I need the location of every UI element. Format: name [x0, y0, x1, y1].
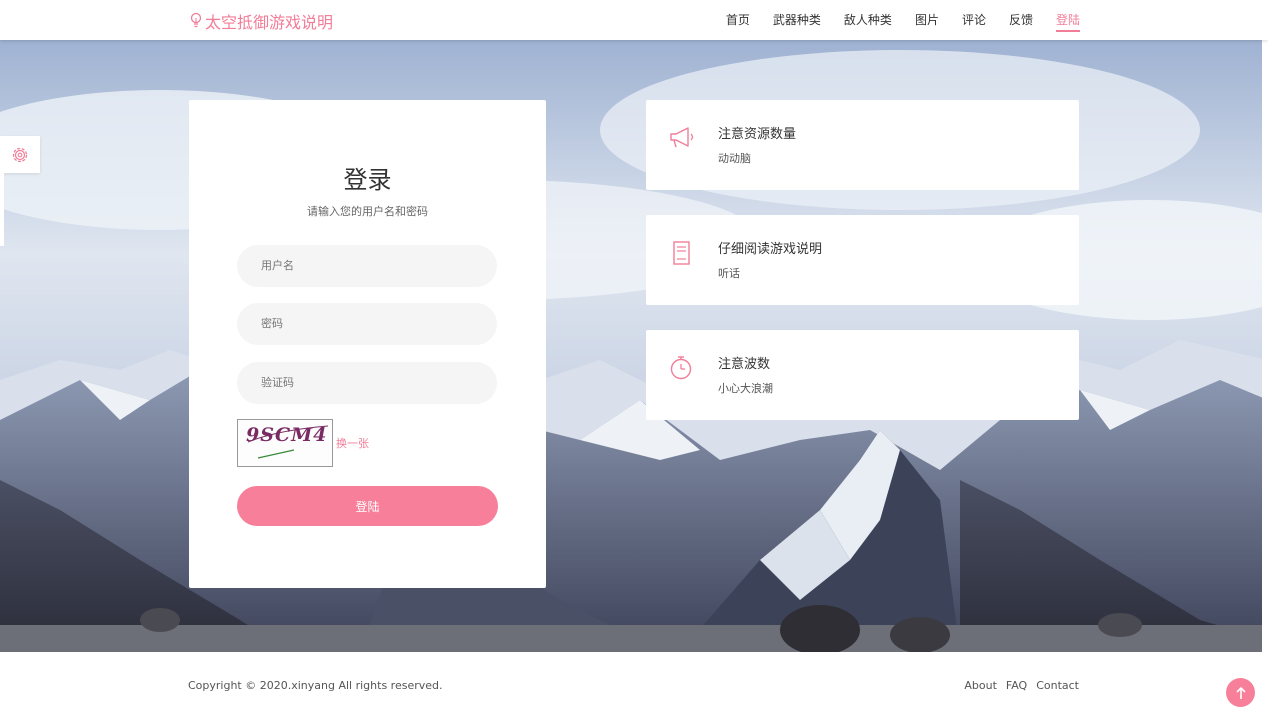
- login-subtitle: 请输入您的用户名和密码: [307, 205, 428, 218]
- brand-logo[interactable]: 太空抵御游戏说明: [189, 9, 333, 33]
- brand-title[interactable]: 太空抵御游戏说明: [205, 9, 333, 33]
- nav-images[interactable]: 图片: [915, 12, 939, 28]
- nav-comments[interactable]: 评论: [962, 12, 986, 28]
- settings-toggle[interactable]: [0, 136, 40, 173]
- login-card: 登录 请输入您的用户名和密码 9SCM4 换一张 登陆: [189, 100, 546, 588]
- info-card-manual: 仔细阅读游戏说明 听话: [646, 215, 1079, 305]
- gear-icon: [12, 147, 28, 162]
- timer-icon: [670, 356, 692, 380]
- footer-faq-link[interactable]: FAQ: [1006, 679, 1027, 692]
- nav-weapons[interactable]: 武器种类: [773, 12, 821, 28]
- password-input[interactable]: [237, 303, 497, 345]
- login-submit-button[interactable]: 登陆: [237, 486, 498, 526]
- info-card-desc: 听话: [718, 267, 740, 280]
- main-nav: 首页 武器种类 敌人种类 图片 评论 反馈 登陆: [703, 12, 1081, 32]
- captcha-image[interactable]: 9SCM4: [237, 419, 333, 467]
- book-icon: [673, 241, 690, 265]
- copyright-text: Copyright © 2020.xinyang All rights rese…: [188, 679, 443, 692]
- footer-about-link[interactable]: About: [964, 679, 997, 692]
- info-card-desc: 动动脑: [718, 152, 751, 165]
- refresh-captcha-link[interactable]: 换一张: [336, 435, 369, 451]
- megaphone-icon: [670, 127, 694, 148]
- lightbulb-icon: [190, 12, 202, 28]
- nav-enemies[interactable]: 敌人种类: [844, 12, 892, 28]
- back-to-top-button[interactable]: [1226, 678, 1255, 707]
- info-card-title: 仔细阅读游戏说明: [718, 242, 823, 257]
- info-card-title: 注意资源数量: [718, 127, 797, 142]
- captcha-input[interactable]: [237, 362, 497, 404]
- info-card-title: 注意波数: [718, 357, 771, 372]
- right-edge-strip: [1262, 40, 1268, 652]
- nav-home[interactable]: 首页: [726, 12, 750, 28]
- footer: Copyright © 2020.xinyang All rights rese…: [0, 652, 1268, 719]
- nav-feedback[interactable]: 反馈: [1009, 12, 1033, 28]
- arrow-up-icon: [1235, 686, 1246, 699]
- username-input[interactable]: [237, 245, 497, 287]
- nav-login[interactable]: 登陆: [1055, 12, 1081, 32]
- info-card-desc: 小心大浪潮: [718, 382, 773, 395]
- footer-contact-link[interactable]: Contact: [1036, 679, 1079, 692]
- top-navbar: 太空抵御游戏说明 首页 武器种类 敌人种类 图片 评论 反馈 登陆: [0, 0, 1268, 40]
- footer-links: About FAQ Contact: [964, 679, 1079, 692]
- side-panel-edge: [0, 173, 4, 246]
- info-card-waves: 注意波数 小心大浪潮: [646, 330, 1079, 420]
- login-title: 登录: [343, 166, 392, 194]
- captcha-noise: [247, 425, 329, 459]
- info-card-resources: 注意资源数量 动动脑: [646, 100, 1079, 190]
